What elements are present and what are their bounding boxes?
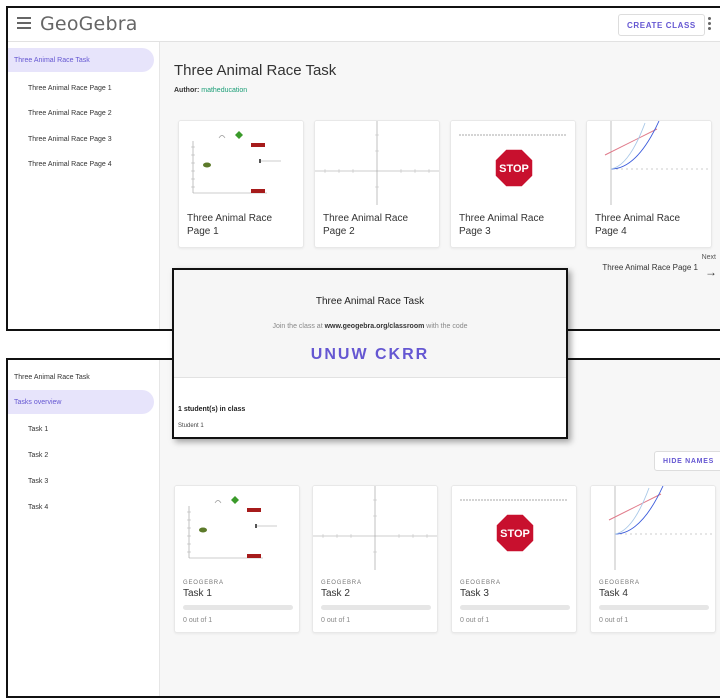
page-card-2[interactable]: Three Animal Race Page 2 xyxy=(314,120,440,248)
author-label: Author: xyxy=(174,87,200,94)
curves-thumbnail xyxy=(587,121,711,205)
provider-label: GEOGEBRA xyxy=(599,580,640,586)
sidebar-item-task[interactable]: Three Animal Race Task xyxy=(14,374,90,381)
author-link[interactable]: matheducation xyxy=(201,87,247,94)
applet-thumbnail xyxy=(179,121,303,205)
app-bar: GeoGebra CREATE CLASS xyxy=(8,8,720,42)
progress-bar xyxy=(599,605,709,610)
join-prefix: Join the class at xyxy=(272,323,323,330)
progress-bar xyxy=(321,605,431,610)
sidebar-item-task[interactable]: Three Animal Race Task xyxy=(8,48,154,72)
geogebra-logo[interactable]: GeoGebra xyxy=(40,13,138,35)
stop-sign-text: STOP xyxy=(500,528,530,540)
next-label: Next xyxy=(701,254,716,261)
join-instructions: Join the class at www.geogebra.org/class… xyxy=(174,323,566,330)
task-card-3[interactable]: STOP GEOGEBRA Task 3 0 out of 1 xyxy=(451,485,577,633)
page-card-3[interactable]: STOP Three Animal Race Page 3 xyxy=(450,120,576,248)
next-page-link[interactable]: Next Three Animal Race Page 1 xyxy=(602,254,716,272)
progress-bar xyxy=(460,605,570,610)
sidebar-item-task-2[interactable]: Task 2 xyxy=(28,452,48,459)
arrow-right-icon[interactable]: → xyxy=(705,265,717,279)
sidebar-item-task-3[interactable]: Task 3 xyxy=(28,478,48,485)
sidebar-item-task-1[interactable]: Task 1 xyxy=(28,426,48,433)
task-title: Task 3 xyxy=(460,588,489,599)
sidebar-item-page-2[interactable]: Three Animal Race Page 2 xyxy=(28,110,112,117)
task-score: 0 out of 1 xyxy=(599,617,629,624)
sidebar: Three Animal Race Task Three Animal Race… xyxy=(8,42,160,329)
create-class-button[interactable]: CREATE CLASS xyxy=(618,14,705,36)
stop-sign-text: STOP xyxy=(499,163,529,175)
card-title: Three Animal Race Page 1 xyxy=(187,213,273,237)
sidebar-item-page-3[interactable]: Three Animal Race Page 3 xyxy=(28,136,112,143)
next-title: Three Animal Race Page 1 xyxy=(602,263,698,272)
sidebar-item-tasks-overview[interactable]: Tasks overview xyxy=(8,390,154,414)
class-code-dialog: Three Animal Race Task Join the class at… xyxy=(172,268,568,439)
join-url[interactable]: www.geogebra.org/classroom xyxy=(325,323,425,330)
hide-names-button[interactable]: HIDE NAMES xyxy=(654,451,720,471)
student-name: Student 1 xyxy=(178,423,204,429)
sidebar-item-page-4[interactable]: Three Animal Race Page 4 xyxy=(28,161,112,168)
page-card-4[interactable]: Three Animal Race Page 4 xyxy=(586,120,712,248)
card-title: Three Animal Race Page 4 xyxy=(595,213,681,237)
applet-thumbnail xyxy=(175,486,299,570)
page-card-1[interactable]: Three Animal Race Page 1 xyxy=(178,120,304,248)
class-code-panel: Three Animal Race Task Join the class at… xyxy=(174,270,566,378)
sidebar-item-page-1[interactable]: Three Animal Race Page 1 xyxy=(28,85,112,92)
graph-thumbnail xyxy=(313,486,437,570)
task-score: 0 out of 1 xyxy=(460,617,490,624)
card-title: Three Animal Race Page 3 xyxy=(459,213,545,237)
card-title: Three Animal Race Page 2 xyxy=(323,213,409,237)
task-title: Task 2 xyxy=(321,588,350,599)
task-card-1[interactable]: GEOGEBRA Task 1 0 out of 1 xyxy=(174,485,300,633)
sidebar: Three Animal Race Task Tasks overview Ta… xyxy=(8,360,160,696)
students-count: 1 student(s) in class xyxy=(178,406,246,413)
join-suffix: with the code xyxy=(426,323,468,330)
more-options-icon[interactable] xyxy=(708,17,712,33)
provider-label: GEOGEBRA xyxy=(321,580,362,586)
stop-thumbnail: STOP xyxy=(452,486,576,570)
graph-thumbnail xyxy=(315,121,439,205)
author-line: Author: matheducation xyxy=(174,87,247,94)
class-code: UNUW CKRR xyxy=(310,346,430,363)
provider-label: GEOGEBRA xyxy=(183,580,224,586)
stop-thumbnail: STOP xyxy=(451,121,575,205)
task-card-4[interactable]: GEOGEBRA Task 4 0 out of 1 xyxy=(590,485,716,633)
task-card-2[interactable]: GEOGEBRA Task 2 0 out of 1 xyxy=(312,485,438,633)
task-score: 0 out of 1 xyxy=(183,617,213,624)
menu-icon[interactable] xyxy=(17,17,31,31)
page-title: Three Animal Race Task xyxy=(174,62,337,79)
dialog-title: Three Animal Race Task xyxy=(315,296,425,307)
task-score: 0 out of 1 xyxy=(321,617,351,624)
sidebar-item-task-4[interactable]: Task 4 xyxy=(28,504,48,511)
curves-thumbnail xyxy=(591,486,715,570)
task-title: Task 1 xyxy=(183,588,212,599)
progress-bar xyxy=(183,605,293,610)
provider-label: GEOGEBRA xyxy=(460,580,501,586)
task-title: Task 4 xyxy=(599,588,628,599)
